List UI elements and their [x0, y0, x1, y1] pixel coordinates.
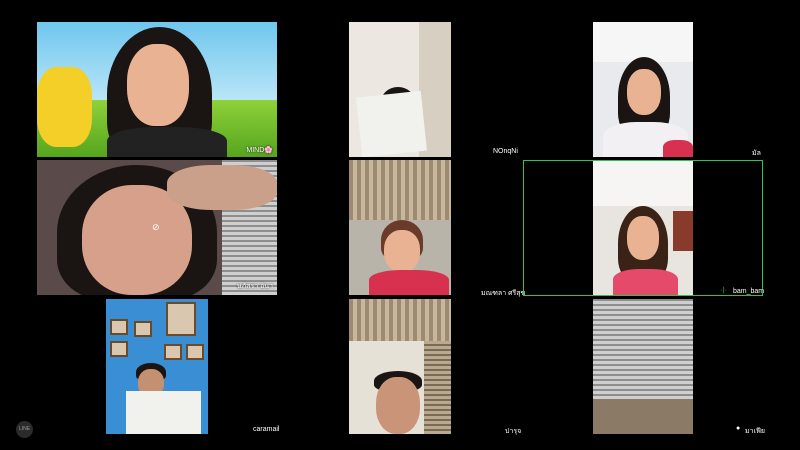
video-tile-caramail[interactable]: [106, 299, 208, 434]
video-tile-monthala[interactable]: [349, 160, 451, 295]
microphone-icon: ●: [736, 425, 741, 432]
participant-name: มาเฟีย: [745, 428, 765, 435]
video-tile-parut[interactable]: [349, 299, 451, 434]
participant-name: NOnqNi: [493, 148, 518, 155]
participant-name: bam_bam: [733, 288, 765, 295]
video-tile-mal[interactable]: [593, 22, 693, 157]
participant-name: ษภัสรา อินา: [236, 283, 273, 290]
video-tile-phatsara[interactable]: ⊘ ษภัสรา อินา: [37, 160, 277, 295]
camera-off-icon: ⊘: [152, 222, 160, 232]
line-logo-icon: LINE: [16, 421, 33, 438]
video-tile-mafia[interactable]: [593, 299, 693, 434]
participant-name: มัล: [752, 150, 761, 157]
participant-name: มณฑลา ศรีสุข: [481, 290, 526, 297]
video-tile-bam-bam[interactable]: [593, 161, 693, 295]
sound-wave-icon: ·|·: [720, 287, 727, 294]
video-tile-mind[interactable]: MIND🌸: [37, 22, 277, 157]
participant-name: MIND🌸: [246, 147, 273, 154]
participant-name: ปารุจ: [505, 428, 522, 435]
video-tile-nonqni[interactable]: [349, 22, 451, 157]
participant-name: caramail: [253, 426, 280, 433]
